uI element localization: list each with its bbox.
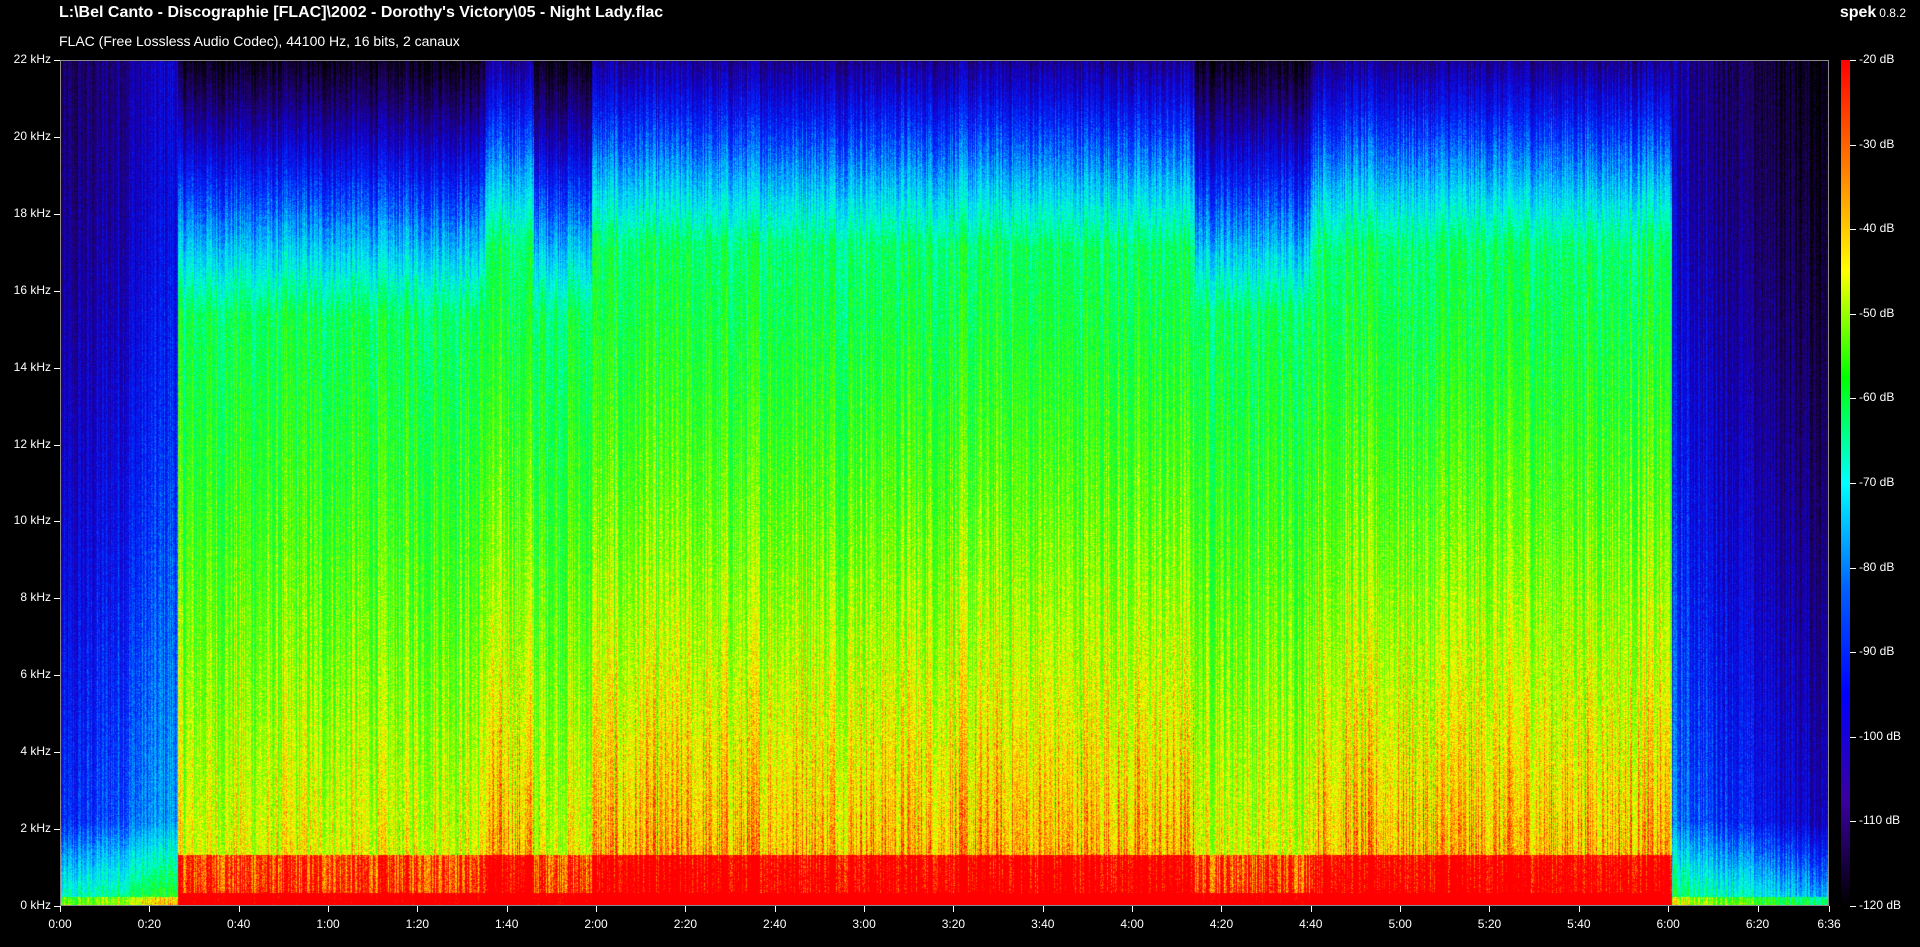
- db-color-scale: [1841, 60, 1850, 906]
- time-tick: [60, 906, 61, 912]
- time-tick-label: 4:20: [1209, 917, 1234, 931]
- time-tick: [1132, 906, 1133, 912]
- time-tick: [328, 906, 329, 912]
- freq-tick-label: 2 kHz: [20, 821, 51, 836]
- db-tick-label: -50 dB: [1859, 305, 1895, 320]
- app-version: 0.8.2: [1879, 6, 1906, 20]
- db-tick: [1850, 229, 1856, 230]
- db-tick: [1850, 568, 1856, 569]
- db-tick: [1850, 145, 1856, 146]
- time-tick-label: 2:40: [763, 917, 787, 931]
- freq-tick-label: 14 kHz: [13, 359, 51, 374]
- file-info: FLAC (Free Lossless Audio Codec), 44100 …: [59, 33, 460, 49]
- time-tick-label: 1:20: [405, 917, 430, 931]
- db-tick-label: -100 dB: [1859, 728, 1902, 743]
- time-tick-label: 5:40: [1567, 917, 1591, 931]
- time-tick-label: 6:00: [1656, 917, 1680, 931]
- time-tick-label: 6:36: [1817, 917, 1841, 931]
- time-tick-label: 5:20: [1477, 917, 1502, 931]
- spectrogram-canvas: [61, 61, 1828, 905]
- time-tick-label: 6:20: [1745, 917, 1770, 931]
- file-path-title: L:\Bel Canto - Discographie [FLAC]\2002 …: [59, 4, 664, 21]
- time-tick: [507, 906, 508, 912]
- db-tick-label: -110 dB: [1859, 813, 1901, 828]
- freq-tick-label: 18 kHz: [13, 205, 51, 220]
- db-tick-label: -20 dB: [1859, 52, 1895, 66]
- time-tick-label: 1:00: [316, 917, 340, 931]
- spectrogram-plot[interactable]: [60, 60, 1829, 906]
- db-tick-label: -90 dB: [1859, 644, 1895, 659]
- time-tick-label: 0:20: [137, 917, 162, 931]
- db-tick-label: -30 dB: [1859, 136, 1895, 151]
- db-tick: [1850, 314, 1856, 315]
- time-tick: [775, 906, 776, 912]
- time-tick: [1043, 906, 1044, 912]
- db-tick: [1850, 483, 1856, 484]
- freq-tick-label: 6 kHz: [20, 667, 51, 682]
- time-tick-label: 3:20: [941, 917, 966, 931]
- time-tick: [864, 906, 865, 912]
- db-tick-label: -70 dB: [1859, 475, 1895, 489]
- freq-tick-label: 0 kHz: [20, 898, 51, 912]
- time-tick: [1668, 906, 1669, 912]
- time-tick: [1758, 906, 1759, 912]
- time-tick-label: 1:40: [495, 917, 519, 931]
- time-tick-label: 2:20: [673, 917, 698, 931]
- time-tick: [685, 906, 686, 912]
- time-tick-label: 3:00: [852, 917, 876, 931]
- freq-tick-label: 12 kHz: [13, 436, 51, 451]
- db-tick: [1850, 821, 1856, 822]
- time-tick: [149, 906, 150, 912]
- db-tick-label: -120 dB: [1859, 898, 1902, 912]
- spek-window: L:\Bel Canto - Discographie [FLAC]\2002 …: [0, 0, 1920, 947]
- time-tick: [1579, 906, 1580, 912]
- time-tick-label: 5:00: [1388, 917, 1412, 931]
- freq-tick-label: 22 kHz: [13, 52, 51, 66]
- time-tick: [1400, 906, 1401, 912]
- time-tick: [1311, 906, 1312, 912]
- time-tick: [1489, 906, 1490, 912]
- db-tick: [1850, 737, 1856, 738]
- db-tick-label: -60 dB: [1859, 390, 1895, 405]
- db-tick-label: -40 dB: [1859, 221, 1895, 236]
- app-name: spek: [1839, 4, 1877, 21]
- time-tick: [1221, 906, 1222, 912]
- db-tick: [1850, 906, 1856, 907]
- time-tick: [596, 906, 597, 912]
- db-tick-label: -80 dB: [1859, 559, 1895, 574]
- freq-tick-label: 20 kHz: [13, 128, 51, 143]
- time-tick-label: 0:40: [226, 917, 251, 931]
- freq-tick-label: 8 kHz: [20, 590, 51, 605]
- freq-tick-label: 10 kHz: [13, 513, 51, 528]
- db-tick: [1850, 398, 1856, 399]
- freq-tick-label: 16 kHz: [13, 282, 51, 297]
- time-tick-label: 0:00: [48, 917, 72, 931]
- time-tick-label: 3:40: [1031, 917, 1055, 931]
- db-tick: [1850, 60, 1856, 61]
- app-brand: spek 0.8.2: [1840, 4, 1906, 22]
- time-tick: [953, 906, 954, 912]
- time-tick: [417, 906, 418, 912]
- db-tick: [1850, 652, 1856, 653]
- time-tick-label: 4:00: [1120, 917, 1144, 931]
- time-tick: [1829, 906, 1830, 912]
- freq-tick: [54, 906, 60, 907]
- time-tick-label: 2:00: [584, 917, 608, 931]
- time-tick-label: 4:40: [1299, 917, 1323, 931]
- time-tick: [239, 906, 240, 912]
- freq-tick-label: 4 kHz: [20, 744, 51, 759]
